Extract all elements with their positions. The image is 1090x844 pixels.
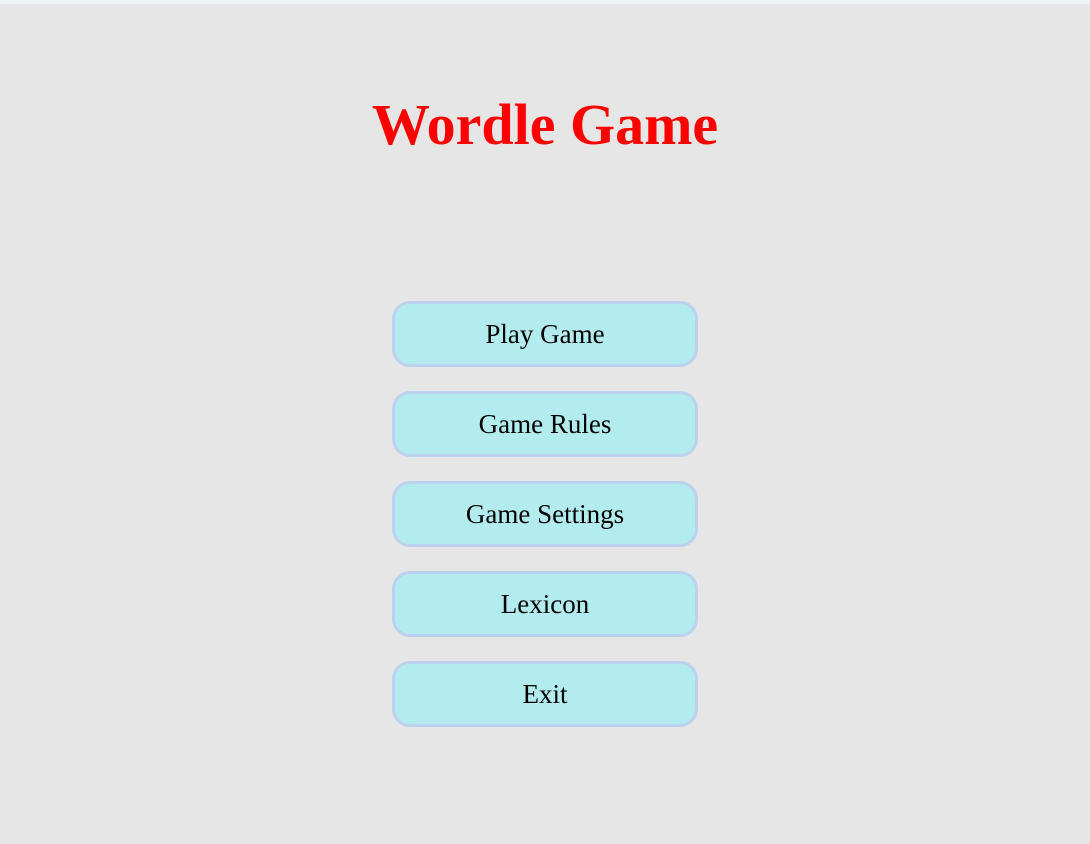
game-settings-button[interactable]: Game Settings [392,481,698,547]
play-game-button[interactable]: Play Game [392,301,698,367]
game-rules-button[interactable]: Game Rules [392,391,698,457]
exit-button[interactable]: Exit [392,661,698,727]
page-title: Wordle Game [371,92,719,157]
window-top-strip [0,0,1090,4]
main-menu: Play Game Game Rules Game Settings Lexic… [392,301,698,751]
lexicon-button[interactable]: Lexicon [392,571,698,637]
